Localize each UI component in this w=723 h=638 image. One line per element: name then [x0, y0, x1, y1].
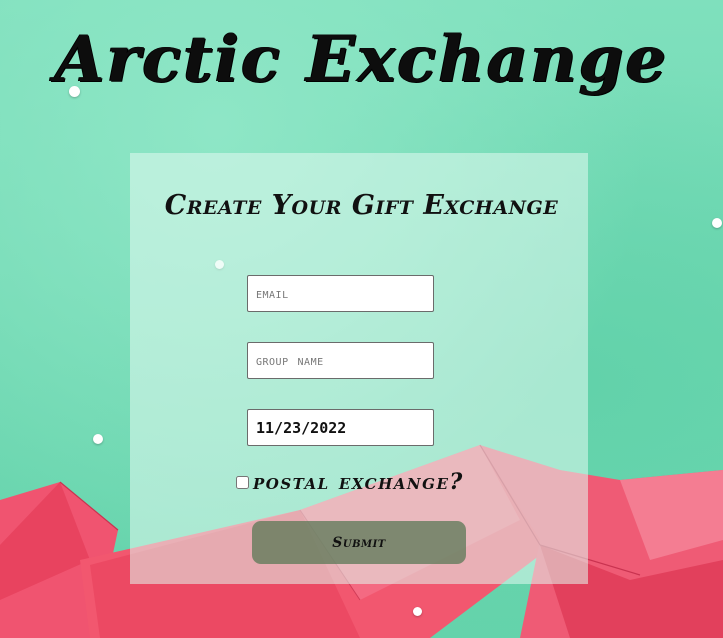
date-input[interactable]	[247, 409, 434, 446]
postal-exchange-checkbox[interactable]	[236, 475, 249, 489]
group-name-input[interactable]	[247, 342, 434, 379]
submit-button[interactable]: Submit	[252, 521, 466, 564]
email-input[interactable]	[247, 275, 434, 312]
site-title: Arctic Exchange	[54, 22, 669, 97]
postal-exchange-label: postal exchange?	[253, 469, 464, 495]
postal-exchange-row: postal exchange?	[236, 466, 464, 498]
snowflake	[413, 607, 422, 616]
snowflake	[93, 434, 103, 444]
form-heading: Create Your Gift Exchange	[164, 190, 559, 221]
